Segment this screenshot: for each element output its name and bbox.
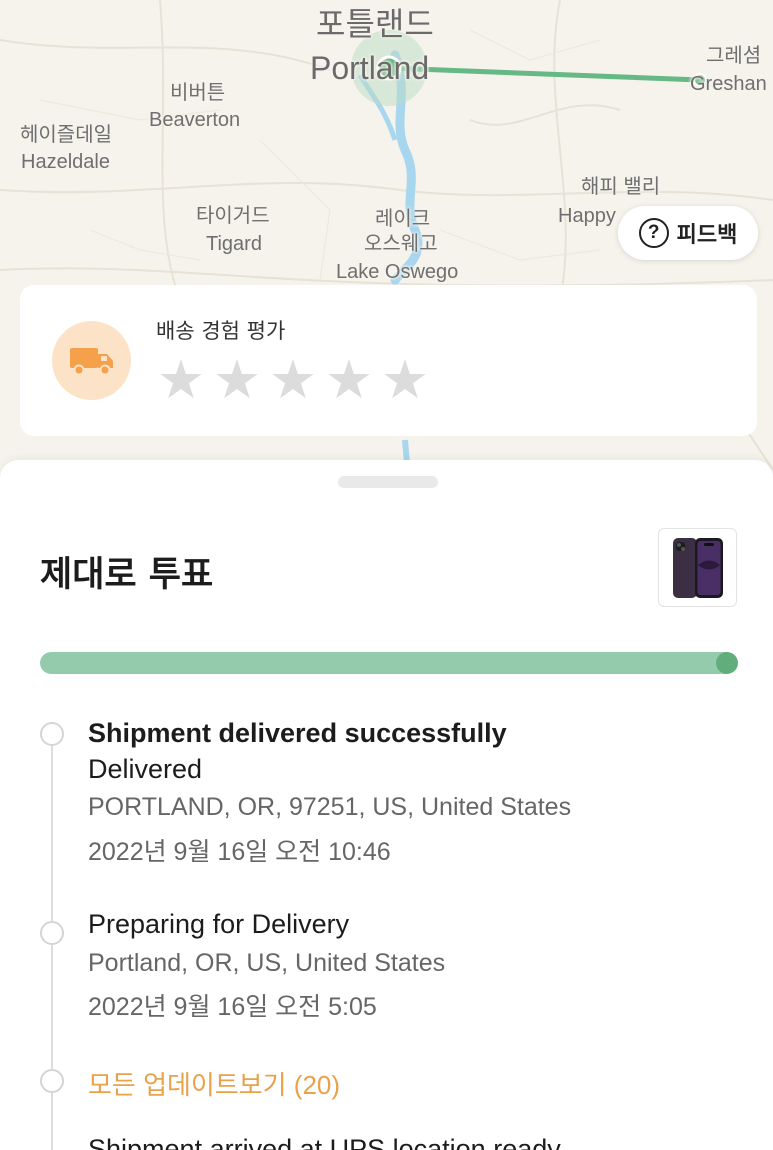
sheet-title: 제대로 투표 — [40, 555, 214, 595]
event-title: Shipment delivered successfully — [88, 718, 507, 748]
tracking-sheet: 제대로 투표 Shipment delivered successfully D… — [0, 460, 773, 1150]
view-all-updates-link[interactable]: 모든 업데이트보기 (20) — [88, 1065, 340, 1102]
question-circle-icon: ? — [638, 218, 669, 248]
event-time: 2022년 9월 16일 오전 5:05 — [88, 993, 377, 1021]
map-label-lake-oswego-en: Lake Oswego — [336, 261, 459, 283]
event-title: Preparing for Delivery — [88, 909, 350, 939]
smartphone-icon — [672, 537, 723, 598]
delivery-rating-card: 배송 경험 평가 ★ ★ ★ ★ ★ — [20, 285, 757, 436]
star-icon-4[interactable]: ★ — [324, 353, 374, 407]
timeline-node — [40, 722, 64, 746]
map-label-happy-valley-ko: 해피 밸리 — [581, 176, 661, 198]
star-rating[interactable]: ★ ★ ★ ★ ★ — [156, 353, 430, 407]
star-icon-5[interactable]: ★ — [380, 353, 430, 407]
map-label-happy-valley-en: Happy — [558, 205, 616, 227]
map-label-tigard-ko: 타이거드 — [196, 205, 270, 227]
feedback-button[interactable]: ? 피드백 — [618, 206, 758, 260]
delivery-progress-bar — [40, 652, 738, 674]
map-label-hazeldale-ko: 헤이즐데일 — [20, 124, 112, 146]
sheet-drag-handle[interactable] — [338, 476, 438, 488]
map-label-hazeldale-en: Hazeldale — [21, 151, 110, 173]
map-label-gresham-ko: 그레셤 — [706, 45, 762, 67]
map-label-tigard-en: Tigard — [206, 233, 262, 255]
progress-fill — [40, 652, 738, 674]
map-label-beaverton-ko: 비버튼 — [170, 82, 226, 104]
star-icon-1[interactable]: ★ — [156, 353, 206, 407]
event-status: Delivered — [88, 754, 203, 784]
truck-icon — [52, 321, 131, 400]
event-location: Portland, OR, US, United States — [88, 949, 446, 977]
map-label-portland-ko: 포틀랜드 — [316, 6, 434, 42]
rating-title: 배송 경험 평가 — [156, 319, 286, 343]
map-label-beaverton-en: Beaverton — [149, 109, 241, 131]
star-icon-2[interactable]: ★ — [212, 353, 262, 407]
event-location: PORTLAND, OR, 97251, US, United States — [88, 793, 572, 821]
event-time: 2022년 9월 16일 오전 10:46 — [88, 838, 391, 866]
progress-end-dot — [716, 652, 738, 674]
event-title-truncated: Shipment arrived at UPS location ready — [88, 1134, 561, 1150]
star-icon-3[interactable]: ★ — [268, 353, 318, 407]
map-label-portland-en: Portland — [310, 50, 430, 86]
map-label-lake-oswego-ko-2: 오스웨고 — [364, 233, 438, 255]
map-label-lake-oswego-ko-1: 레이크 — [375, 208, 431, 230]
product-thumbnail[interactable] — [658, 528, 737, 607]
timeline-node — [40, 921, 64, 945]
feedback-label: 피드백 — [676, 223, 738, 248]
map-label-gresham-en: Greshan — [690, 73, 767, 95]
timeline-node — [40, 1069, 64, 1093]
